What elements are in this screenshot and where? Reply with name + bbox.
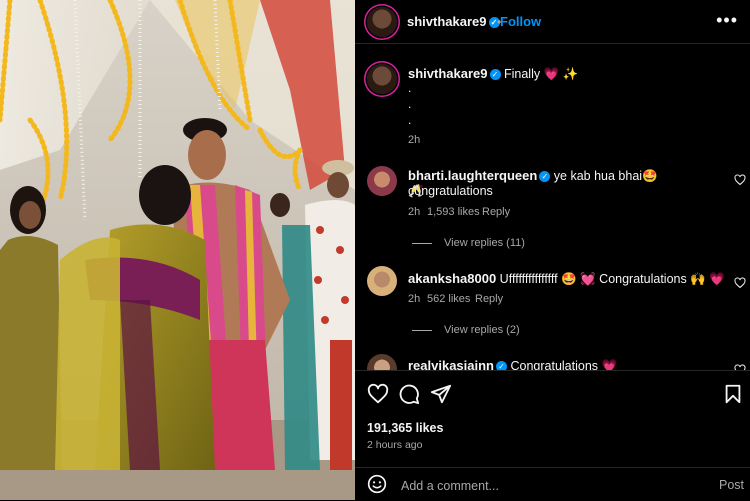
- more-options-icon[interactable]: •••: [716, 10, 738, 31]
- author-avatar[interactable]: [367, 7, 397, 37]
- author-username[interactable]: shivthakare9: [407, 14, 487, 29]
- caption-avatar[interactable]: [367, 64, 397, 94]
- heart-icon[interactable]: [367, 383, 389, 405]
- comment-text-continued: 🥂: [408, 184, 424, 198]
- post-header: shivthakare9 ✓ • Follow •••: [355, 0, 750, 44]
- like-comment-heart-icon[interactable]: [734, 277, 746, 289]
- caption-line: shivthakare9 ✓ Finally 💗 ✨: [408, 66, 578, 82]
- comment-avatar[interactable]: [367, 166, 397, 196]
- comment-line: akanksha8000 Ufffffffffffffff 🤩 💓 Congra…: [408, 271, 728, 287]
- comment-username[interactable]: realvikasjainn: [408, 358, 494, 370]
- add-comment-bar: Post: [355, 467, 750, 501]
- comment-likes[interactable]: 562 likes: [427, 293, 470, 305]
- reply-button[interactable]: Reply: [475, 293, 503, 305]
- reply-button[interactable]: Reply: [482, 206, 510, 218]
- author-username-row[interactable]: shivthakare9 ✓: [407, 14, 500, 29]
- comment-line: realvikasjainn ✓ Congratulations 💗: [408, 358, 728, 370]
- caption-time: 2h: [408, 134, 421, 146]
- view-replies-button[interactable]: View replies (11): [412, 237, 525, 249]
- post-photo[interactable]: [0, 0, 355, 500]
- caption-dot-2: .: [408, 97, 412, 111]
- wedding-photo: [0, 0, 355, 500]
- caption-dot-1: .: [408, 81, 412, 95]
- view-replies-button[interactable]: View replies (2): [412, 324, 520, 336]
- comments-list[interactable]: shivthakare9 ✓ Finally 💗 ✨ . . . 2h bhart…: [355, 44, 750, 370]
- send-icon[interactable]: [430, 383, 452, 405]
- comment-icon[interactable]: [398, 383, 420, 405]
- comment-text: Congratulations 💗: [510, 359, 618, 370]
- comment-input[interactable]: [399, 476, 693, 496]
- comment-time: 2h: [408, 293, 421, 305]
- caption-text: Finally 💗 ✨: [503, 67, 579, 81]
- caption-username[interactable]: shivthakare9: [408, 66, 488, 81]
- comment-avatar[interactable]: [367, 266, 397, 296]
- post-actions: 191,365 likes 2 hours ago: [355, 370, 750, 461]
- verified-badge-icon: ✓: [489, 69, 501, 81]
- bookmark-icon[interactable]: [722, 383, 744, 405]
- verified-badge-icon: ✓: [539, 171, 551, 183]
- emoji-icon[interactable]: [367, 474, 387, 494]
- post-comment-button[interactable]: Post: [719, 478, 744, 492]
- comment-text: Ufffffffffffffff 🤩 💓 Congratulations 🙌 💗: [499, 272, 725, 286]
- like-comment-heart-icon[interactable]: [734, 174, 746, 186]
- comment-username[interactable]: akanksha8000: [408, 271, 496, 286]
- verified-badge-icon: ✓: [496, 361, 507, 370]
- view-replies-label: View replies (11): [444, 237, 525, 249]
- divider-line: [412, 329, 432, 331]
- comment-avatar[interactable]: [367, 354, 397, 370]
- view-replies-label: View replies (2): [444, 324, 520, 336]
- comment-likes[interactable]: 1,593 likes: [427, 206, 480, 218]
- comment-line: bharti.laughterqueen ✓ ye kab hua bhai🤩 c…: [408, 168, 728, 198]
- caption-dot-3: .: [408, 113, 412, 127]
- comment-username[interactable]: bharti.laughterqueen: [408, 168, 537, 183]
- divider-line: [412, 242, 432, 244]
- follow-button[interactable]: Follow: [500, 14, 541, 29]
- post-time-ago: 2 hours ago: [367, 439, 423, 451]
- likes-count[interactable]: 191,365 likes: [367, 421, 443, 435]
- post-details-panel: shivthakare9 ✓ • Follow ••• shivthakare9 ✓…: [355, 0, 750, 500]
- comment-time: 2h: [408, 206, 421, 218]
